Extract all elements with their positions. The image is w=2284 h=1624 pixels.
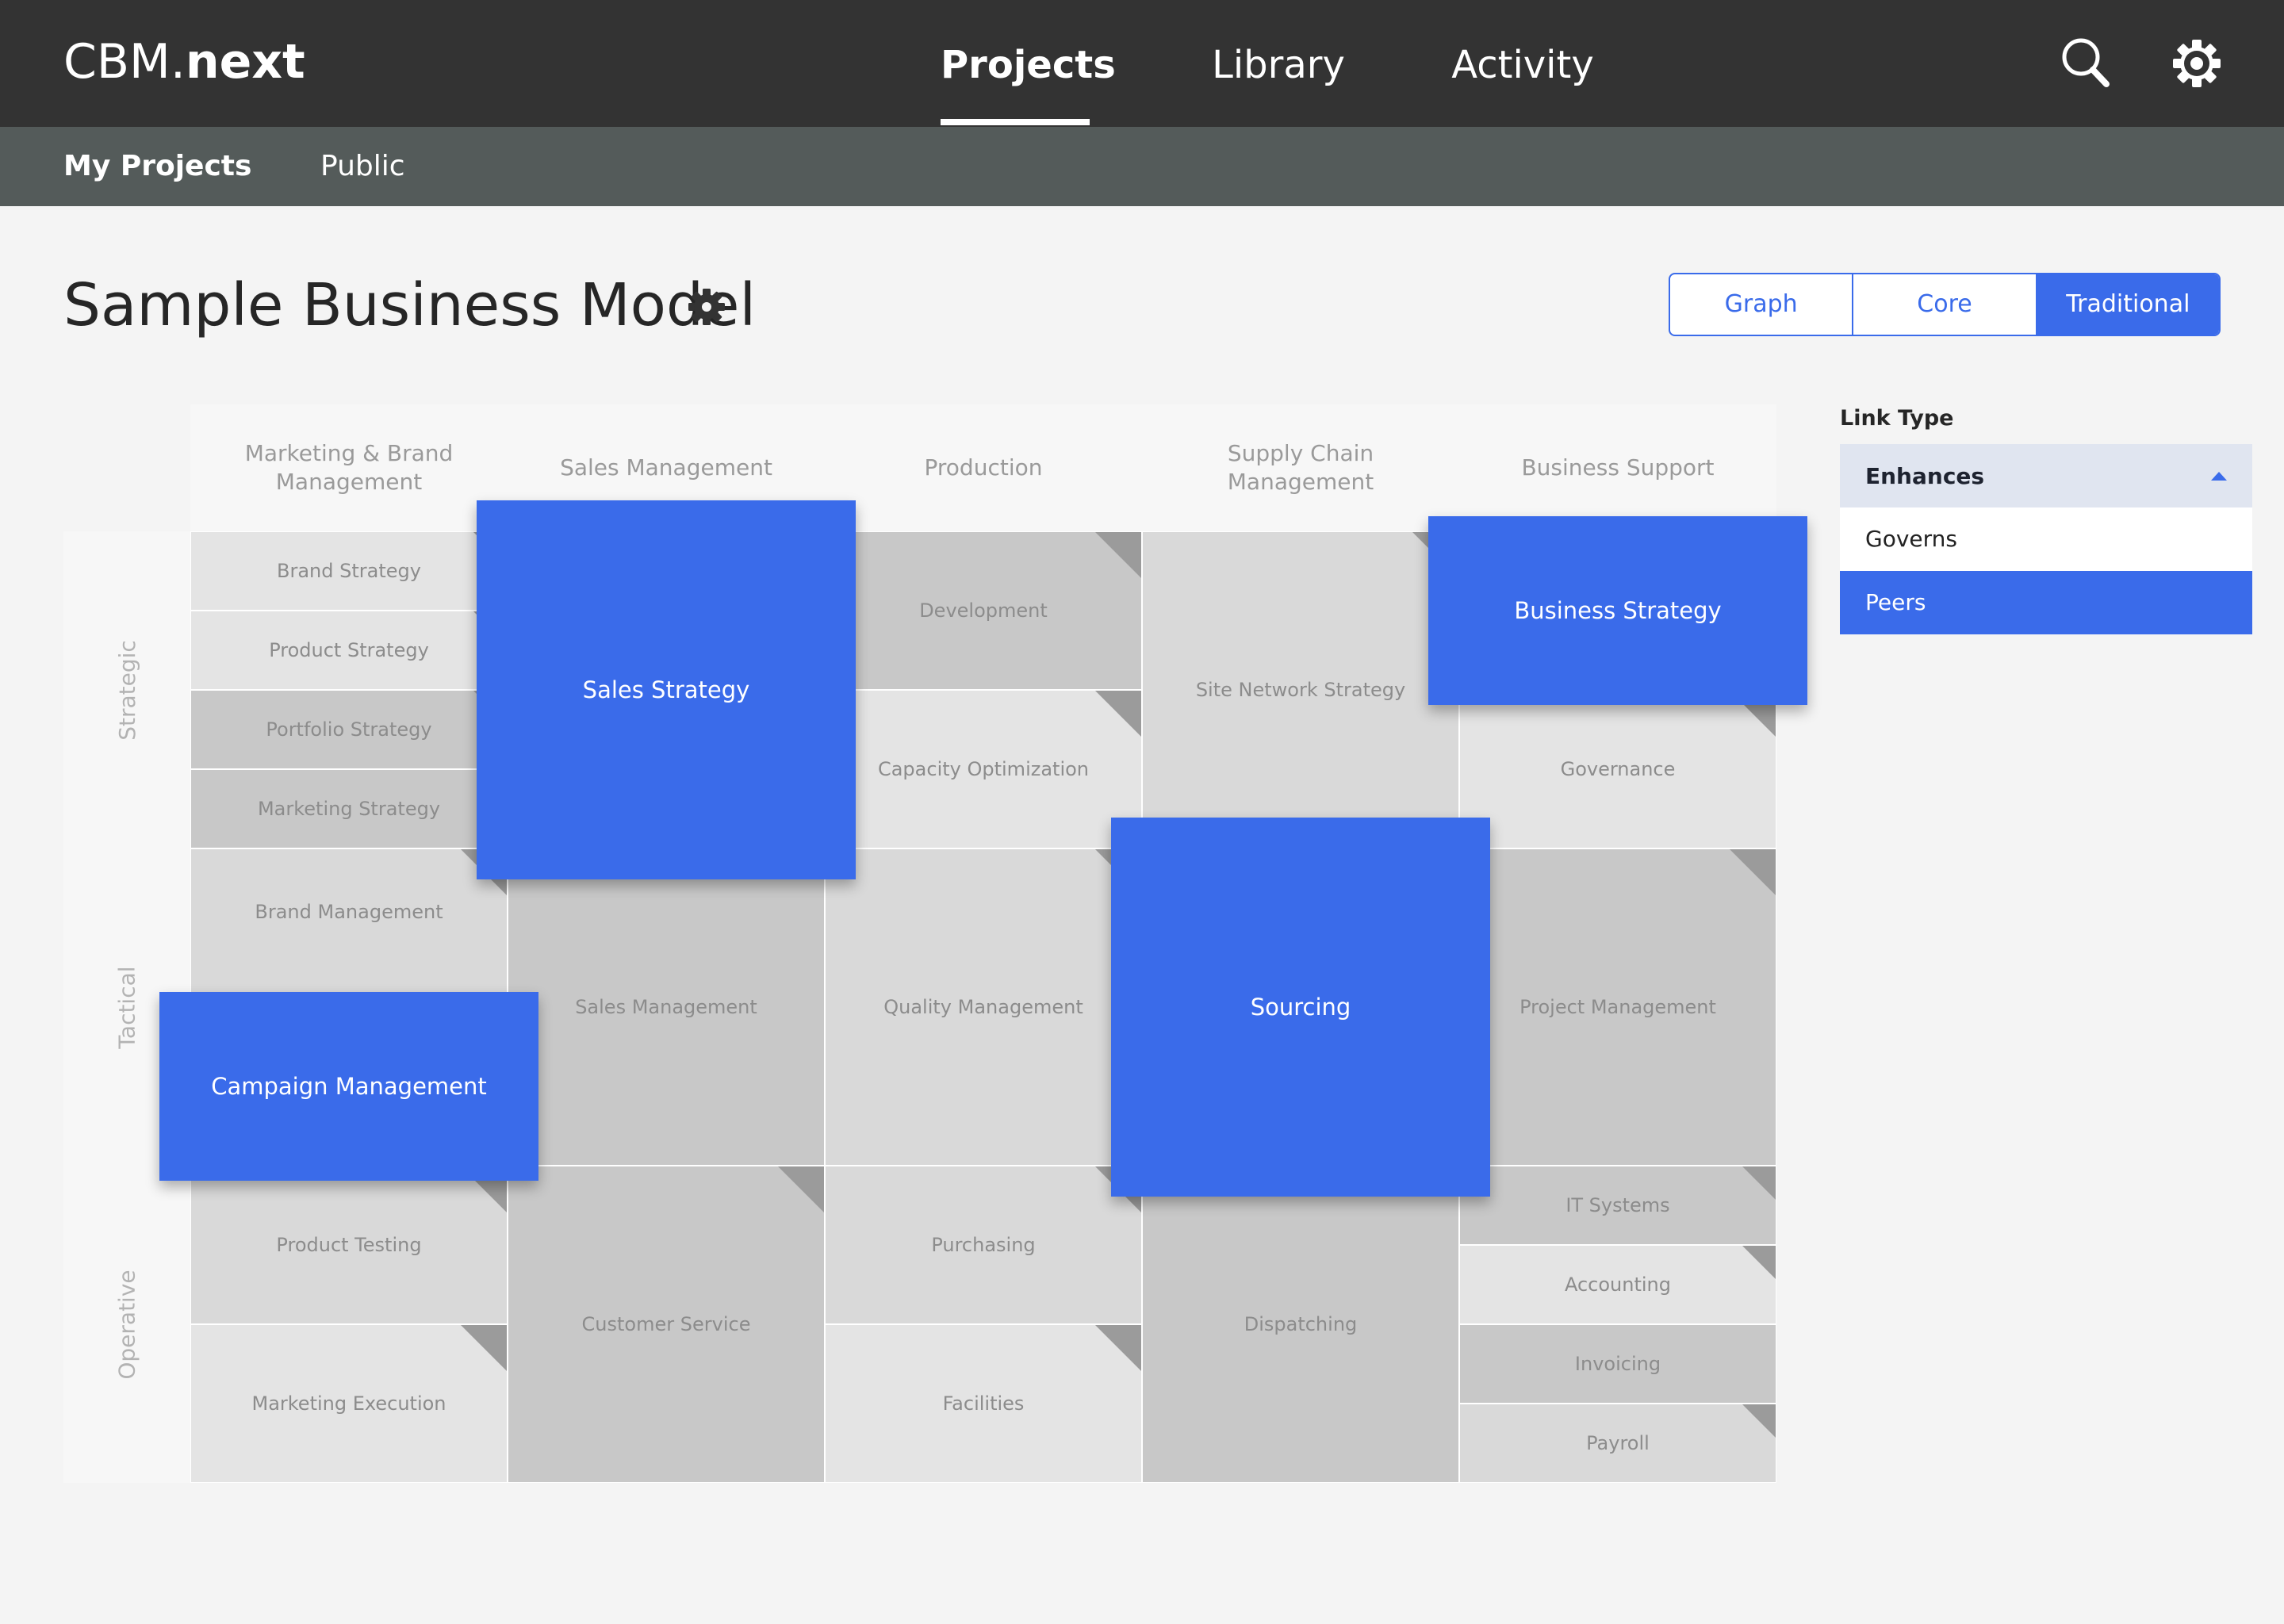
component-label: Marketing Strategy [257, 798, 441, 820]
brand-logo[interactable]: CBM.next [63, 30, 305, 94]
caret-up-icon [2211, 471, 2227, 481]
component-label: Accounting [1564, 1274, 1671, 1296]
link-type-selected-value: Enhances [1865, 462, 1985, 489]
component-label: Purchasing [931, 1234, 1036, 1256]
link-type-dropdown-toggle[interactable]: Enhances [1840, 444, 2252, 508]
link-indicator-corner [461, 1325, 507, 1371]
sub-navigation-bar: My Projects Public [0, 127, 2284, 206]
component-label: Brand Strategy [277, 560, 421, 582]
link-indicator-corner [1095, 1325, 1141, 1371]
view-mode-toggle: Graph Core Traditional [1669, 273, 2221, 336]
component-cell[interactable]: Brand Management [190, 848, 508, 1007]
link-indicator-corner [1730, 849, 1776, 895]
component-cell[interactable]: Brand Strategy [190, 531, 508, 611]
component-label: Quality Management [883, 996, 1083, 1018]
view-mode-graph-button[interactable]: Graph [1670, 274, 1852, 335]
component-label: IT Systems [1565, 1194, 1670, 1216]
link-indicator-corner [1742, 1246, 1776, 1279]
link-indicator-corner [1742, 1166, 1776, 1200]
top-navigation-bar: CBM.next Projects Library Activity [0, 0, 2284, 127]
component-cell[interactable]: Purchasing [825, 1166, 1142, 1324]
component-cell[interactable]: Project Management [1459, 848, 1776, 1166]
row-header-operative: Operative [79, 1166, 174, 1483]
component-label: Facilities [942, 1392, 1025, 1415]
active-tab-indicator [941, 119, 1090, 125]
link-indicator-corner [1095, 532, 1141, 578]
component-cell[interactable]: Governance [1459, 690, 1776, 848]
row-label: Tactical [113, 965, 140, 1049]
row-label: Strategic [113, 639, 140, 741]
column-header: Supply Chain Management [1227, 440, 1374, 495]
component-label: Project Management [1519, 996, 1716, 1018]
component-label: Invoicing [1574, 1353, 1661, 1375]
page-title: Sample Business Model [63, 271, 757, 339]
component-cell[interactable]: Facilities [825, 1324, 1142, 1483]
component-cell[interactable]: Capacity Optimization [825, 690, 1142, 848]
component-label: Governance [1560, 758, 1676, 780]
component-label: Portfolio Strategy [266, 718, 432, 741]
component-cell[interactable]: Accounting [1459, 1245, 1776, 1324]
highlighted-component-sales-strategy[interactable]: Sales Strategy [477, 500, 856, 879]
component-label: Site Network Strategy [1195, 679, 1406, 701]
component-label: Sales Management [575, 996, 757, 1018]
brand-prefix: CBM. [63, 34, 186, 90]
component-label: Customer Service [581, 1313, 751, 1335]
component-label: Marketing Execution [251, 1392, 446, 1415]
link-indicator-corner [1095, 691, 1141, 737]
component-cell[interactable]: IT Systems [1459, 1166, 1776, 1245]
view-mode-core-button[interactable]: Core [1852, 274, 2035, 335]
link-type-label: Link Type [1840, 406, 1954, 431]
row-label: Operative [113, 1269, 140, 1380]
highlighted-component-business-strategy[interactable]: Business Strategy [1428, 516, 1807, 705]
nav-tab-projects[interactable]: Projects [941, 35, 1116, 95]
component-cell[interactable]: Site Network Strategy [1142, 531, 1459, 848]
component-cell[interactable]: Quality Management [825, 848, 1142, 1166]
view-mode-traditional-button[interactable]: Traditional [2035, 274, 2219, 335]
search-icon[interactable] [2054, 32, 2117, 95]
link-type-dropdown: Enhances Governs Peers [1840, 444, 2252, 634]
component-cell[interactable]: Portfolio Strategy [190, 690, 508, 769]
highlighted-component-campaign-management[interactable]: Campaign Management [159, 992, 538, 1181]
link-indicator-corner [778, 1166, 824, 1212]
brand-suffix: next [185, 34, 305, 90]
highlighted-component-sourcing[interactable]: Sourcing [1111, 818, 1490, 1197]
column-header: Marketing & Brand Management [244, 440, 454, 495]
nav-tab-activity[interactable]: Activity [1451, 35, 1594, 95]
business-model-matrix: Marketing & Brand Management Sales Manag… [0, 0, 2284, 1624]
component-label: Dispatching [1244, 1313, 1358, 1335]
link-indicator-corner [1742, 1404, 1776, 1438]
component-label: Brand Management [255, 901, 443, 923]
component-cell[interactable]: Development [825, 531, 1142, 690]
nav-tab-library[interactable]: Library [1205, 35, 1351, 95]
component-cell[interactable]: Customer Service [508, 1166, 825, 1483]
row-header-strategic: Strategic [79, 531, 174, 848]
gear-icon[interactable] [687, 287, 726, 327]
component-cell[interactable]: Marketing Execution [190, 1324, 508, 1483]
component-label: Product Strategy [269, 639, 429, 661]
settings-gear-icon[interactable] [2165, 32, 2228, 95]
component-cell[interactable]: Marketing Strategy [190, 769, 508, 848]
component-cell[interactable]: Dispatching [1142, 1166, 1459, 1483]
component-cell[interactable]: Product Strategy [190, 611, 508, 690]
column-header: Production [924, 454, 1043, 481]
subnav-tab-public[interactable]: Public [320, 143, 405, 190]
link-type-option-governs[interactable]: Governs [1840, 508, 2252, 571]
link-type-option-peers[interactable]: Peers [1840, 571, 2252, 634]
column-header: Business Support [1521, 454, 1715, 481]
component-label: Capacity Optimization [877, 758, 1090, 780]
component-label: Development [919, 599, 1048, 622]
component-label: Product Testing [276, 1234, 422, 1256]
component-cell[interactable]: Product Testing [190, 1166, 508, 1324]
subnav-tab-my-projects[interactable]: My Projects [63, 143, 251, 190]
component-cell[interactable]: Sales Management [508, 848, 825, 1166]
component-cell[interactable]: Invoicing [1459, 1324, 1776, 1404]
component-cell[interactable]: Payroll [1459, 1404, 1776, 1483]
component-label: Payroll [1586, 1432, 1650, 1454]
